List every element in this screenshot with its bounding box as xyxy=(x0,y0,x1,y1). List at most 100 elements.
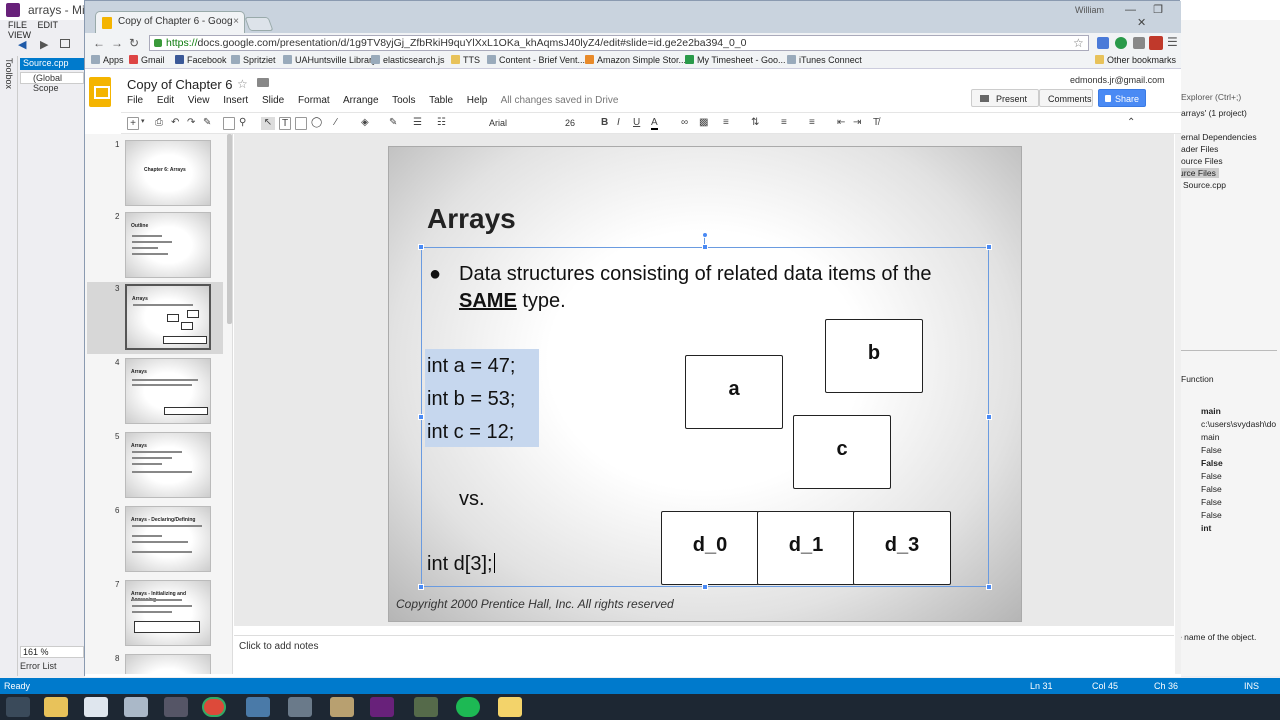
prop-value[interactable]: False xyxy=(1201,497,1222,507)
resize-handle[interactable] xyxy=(986,584,992,590)
menu-slide[interactable]: Slide xyxy=(262,95,284,106)
slide[interactable]: Arrays ● Data structures consisting of r… xyxy=(388,146,1022,622)
bookmark[interactable]: My Timesheet - Goo... xyxy=(685,55,786,65)
chrome-user[interactable]: William xyxy=(1075,5,1104,15)
bookmark[interactable]: Spritziet xyxy=(231,55,276,65)
chrome-icon[interactable] xyxy=(202,697,226,717)
redo-icon[interactable]: ↷ xyxy=(187,117,195,130)
bookmark[interactable]: Gmail xyxy=(129,55,165,65)
border-weight-icon[interactable]: ☰ xyxy=(413,117,422,130)
decrease-indent-icon[interactable]: ⇤ xyxy=(837,117,845,130)
vs-menu-edit[interactable]: EDIT xyxy=(38,20,58,30)
prop-value[interactable]: main xyxy=(1201,406,1221,416)
resize-handle[interactable] xyxy=(418,414,424,420)
star-icon[interactable]: ☆ xyxy=(237,77,248,91)
menu-insert[interactable]: Insert xyxy=(223,95,248,106)
vs-source-tab[interactable]: Source.cpp xyxy=(20,58,84,70)
bold-icon[interactable]: B xyxy=(601,117,608,130)
solution-item[interactable]: ource Files xyxy=(1181,156,1223,166)
slide-thumbnail[interactable]: Outline xyxy=(125,212,211,278)
extension-icon[interactable] xyxy=(1149,36,1163,50)
solution-item[interactable]: ader Files xyxy=(1181,144,1218,154)
extension-icon[interactable] xyxy=(1097,37,1109,49)
prop-value[interactable]: False xyxy=(1201,484,1222,494)
slide-thumbnail[interactable]: Arrays xyxy=(125,358,211,424)
slides-logo-icon[interactable] xyxy=(89,77,111,107)
resize-handle[interactable] xyxy=(986,414,992,420)
folder-icon[interactable] xyxy=(257,78,269,87)
bookmark[interactable]: Amazon Simple Stor... xyxy=(585,55,686,65)
bookmark[interactable]: UAHuntsville Library xyxy=(283,55,377,65)
prop-value[interactable]: False xyxy=(1201,471,1222,481)
image-icon[interactable] xyxy=(295,117,307,130)
vs-save-icon[interactable] xyxy=(60,39,70,48)
menu-edit[interactable]: Edit xyxy=(157,95,174,106)
prop-value[interactable]: main xyxy=(1201,432,1219,442)
solution-search[interactable]: Explorer (Ctrl+;) xyxy=(1181,92,1241,102)
numbered-list-icon[interactable]: ≡ xyxy=(781,117,787,130)
slide-thumbnail[interactable]: Arrays - Initializing and Accessing xyxy=(125,580,211,646)
share-button[interactable]: Share xyxy=(1098,89,1146,107)
slide-thumbnail[interactable]: Arrays xyxy=(125,432,211,498)
increase-indent-icon[interactable]: ⇥ xyxy=(853,117,861,130)
fill-color-icon[interactable]: ◈ xyxy=(361,117,369,130)
vs-toolbox-strip[interactable]: Toolbox xyxy=(0,56,18,676)
comments-button[interactable]: Comments xyxy=(1039,89,1093,107)
underline-icon[interactable]: U xyxy=(633,117,640,130)
reload-icon[interactable]: ↻ xyxy=(129,36,139,50)
resize-handle[interactable] xyxy=(702,244,708,250)
zoom-icon[interactable]: ⚲ xyxy=(239,117,246,130)
menu-tools[interactable]: Tools xyxy=(392,95,415,106)
undo-icon[interactable]: ↶ xyxy=(171,117,179,130)
line-spacing-icon[interactable]: ⇅ xyxy=(751,117,759,130)
print-icon[interactable]: ⎙ xyxy=(155,117,163,130)
vs-zoom-level[interactable]: 161 % xyxy=(20,646,84,658)
vs-error-list-tab[interactable]: Error List xyxy=(20,661,84,673)
close-tab-icon[interactable]: × xyxy=(233,16,239,27)
slide-title[interactable]: Arrays xyxy=(427,203,516,235)
spotify-icon[interactable] xyxy=(456,697,480,717)
calculator-icon[interactable] xyxy=(124,697,148,717)
new-tab-button[interactable] xyxy=(244,17,274,31)
text-color-icon[interactable]: A xyxy=(651,117,658,130)
bulleted-list-icon[interactable]: ≡ xyxy=(809,117,815,130)
document-title[interactable]: Copy of Chapter 6 xyxy=(127,77,233,92)
slide-thumbnail-active[interactable]: Arrays xyxy=(125,284,211,350)
resize-handle[interactable] xyxy=(702,584,708,590)
border-color-icon[interactable]: ✎ xyxy=(389,117,397,130)
app-icon[interactable] xyxy=(414,697,438,717)
forward-icon[interactable]: → xyxy=(111,36,123,50)
bookmark[interactable]: Apps xyxy=(91,55,124,65)
slide-thumbnail[interactable]: Arrays - Declaring/Defining xyxy=(125,506,211,572)
bookmark[interactable]: Facebook xyxy=(175,55,227,65)
prop-value[interactable]: int xyxy=(1201,523,1211,533)
dropdown-icon[interactable]: ▾ xyxy=(141,117,145,130)
maximize-icon[interactable]: ❐ xyxy=(1153,4,1163,16)
speaker-notes[interactable]: Click to add notes xyxy=(234,635,1174,675)
start-icon[interactable] xyxy=(6,697,30,717)
bookmark[interactable]: Content - Brief Vent... xyxy=(487,55,585,65)
vs-menu-file[interactable]: FILE xyxy=(8,20,27,30)
minimize-icon[interactable]: — xyxy=(1125,4,1136,16)
resize-handle[interactable] xyxy=(986,244,992,250)
sublime-icon[interactable] xyxy=(330,697,354,717)
text-box-icon[interactable]: T xyxy=(279,117,291,130)
filmstrip-scrollbar[interactable] xyxy=(227,134,232,324)
zoom-fit-icon[interactable] xyxy=(223,117,235,130)
menu-format[interactable]: Format xyxy=(298,95,330,106)
url-field[interactable]: https://docs.google.com/presentation/d/1… xyxy=(149,35,1089,51)
menu-table[interactable]: Table xyxy=(429,95,453,106)
explorer-icon[interactable] xyxy=(44,697,68,717)
bookmark-star-icon[interactable]: ☆ xyxy=(1073,36,1084,50)
resize-handle[interactable] xyxy=(418,584,424,590)
resize-handle[interactable] xyxy=(418,244,424,250)
bookmark[interactable]: elasticsearch.js xyxy=(371,55,445,65)
rotate-handle[interactable] xyxy=(702,232,708,238)
tools-icon[interactable] xyxy=(288,697,312,717)
prop-value[interactable]: False xyxy=(1201,458,1223,468)
app-icon[interactable] xyxy=(164,697,188,717)
clear-formatting-icon[interactable]: T̸ xyxy=(873,117,879,130)
font-family-select[interactable]: Arial xyxy=(485,116,547,131)
link-icon[interactable]: ∞ xyxy=(681,117,688,130)
menu-view[interactable]: View xyxy=(188,95,210,106)
